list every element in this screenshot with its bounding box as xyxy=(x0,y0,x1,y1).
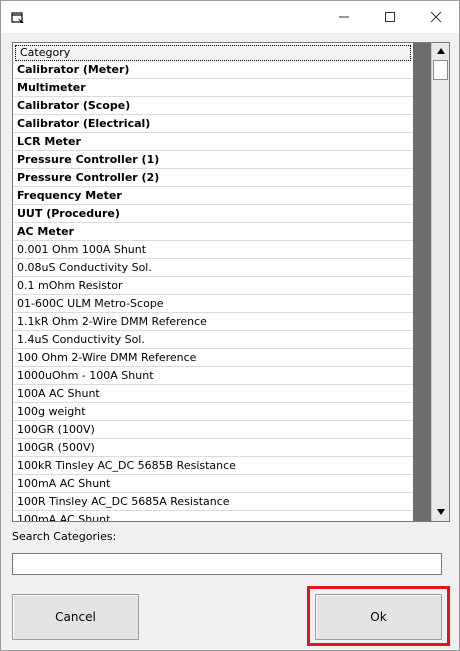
list-item[interactable]: 100g weight xyxy=(13,403,413,421)
list-item[interactable]: LCR Meter xyxy=(13,133,413,151)
list-item[interactable]: 100GR (500V) xyxy=(13,439,413,457)
search-categories-label: Search Categories: xyxy=(12,530,117,543)
list-item[interactable]: 1.1kR Ohm 2-Wire DMM Reference xyxy=(13,313,413,331)
title-bar xyxy=(1,1,459,33)
category-listbox[interactable]: Category Calibrator (Meter) Multimeter Cal… xyxy=(12,42,450,522)
close-button[interactable] xyxy=(413,1,459,33)
list-item[interactable]: 100mA AC Shunt xyxy=(13,511,413,521)
list-item[interactable]: Pressure Controller (2) xyxy=(13,169,413,187)
list-item[interactable]: 100A AC Shunt xyxy=(13,385,413,403)
maximize-button[interactable] xyxy=(367,1,413,33)
list-item[interactable]: 100R Tinsley AC_DC 5685A Resistance xyxy=(13,493,413,511)
scroll-down-arrow-icon xyxy=(436,509,445,515)
ok-button-highlight xyxy=(307,586,450,646)
list-item[interactable]: 100GR (100V) xyxy=(13,421,413,439)
list-item[interactable]: Frequency Meter xyxy=(13,187,413,205)
list-item[interactable]: 100 Ohm 2-Wire DMM Reference xyxy=(13,349,413,367)
list-item[interactable]: 100kR Tinsley AC_DC 5685B Resistance xyxy=(13,457,413,475)
list-item[interactable]: 0.001 Ohm 100A Shunt xyxy=(13,241,413,259)
list-item[interactable]: UUT (Procedure) xyxy=(13,205,413,223)
search-categories-input[interactable] xyxy=(12,553,442,575)
list-item[interactable]: Calibrator (Scope) xyxy=(13,97,413,115)
list-item[interactable]: 1000uOhm - 100A Shunt xyxy=(13,367,413,385)
cancel-button[interactable]: Cancel xyxy=(12,594,139,640)
scroll-thumb[interactable] xyxy=(433,60,448,80)
scroll-up-button[interactable] xyxy=(432,43,449,59)
scroll-down-button[interactable] xyxy=(432,504,449,520)
maximize-icon xyxy=(385,12,395,22)
list-item[interactable]: Calibrator (Meter) xyxy=(13,61,413,79)
list-item[interactable]: 0.1 mOhm Resistor xyxy=(13,277,413,295)
list-item[interactable]: 100mA AC Shunt xyxy=(13,475,413,493)
dialog-window: Category Calibrator (Meter) Multimeter Cal… xyxy=(0,0,460,651)
app-window-icon xyxy=(11,10,25,24)
list-item[interactable]: Multimeter xyxy=(13,79,413,97)
list-item[interactable]: AC Meter xyxy=(13,223,413,241)
list-header-category[interactable]: Category xyxy=(15,45,411,61)
minimize-icon xyxy=(339,16,349,18)
list-item[interactable]: 01-600C ULM Metro-Scope xyxy=(13,295,413,313)
scroll-up-arrow-icon xyxy=(436,48,445,54)
minimize-button[interactable] xyxy=(321,1,367,33)
list-item[interactable]: 1.4uS Conductivity Sol. xyxy=(13,331,413,349)
close-icon xyxy=(430,11,442,23)
list-item[interactable]: Pressure Controller (1) xyxy=(13,151,413,169)
list-gutter xyxy=(413,43,431,521)
category-list[interactable]: Category Calibrator (Meter) Multimeter Cal… xyxy=(13,43,413,521)
list-item[interactable]: 0.08uS Conductivity Sol. xyxy=(13,259,413,277)
vertical-scrollbar[interactable] xyxy=(431,43,449,521)
list-item[interactable]: Calibrator (Electrical) xyxy=(13,115,413,133)
